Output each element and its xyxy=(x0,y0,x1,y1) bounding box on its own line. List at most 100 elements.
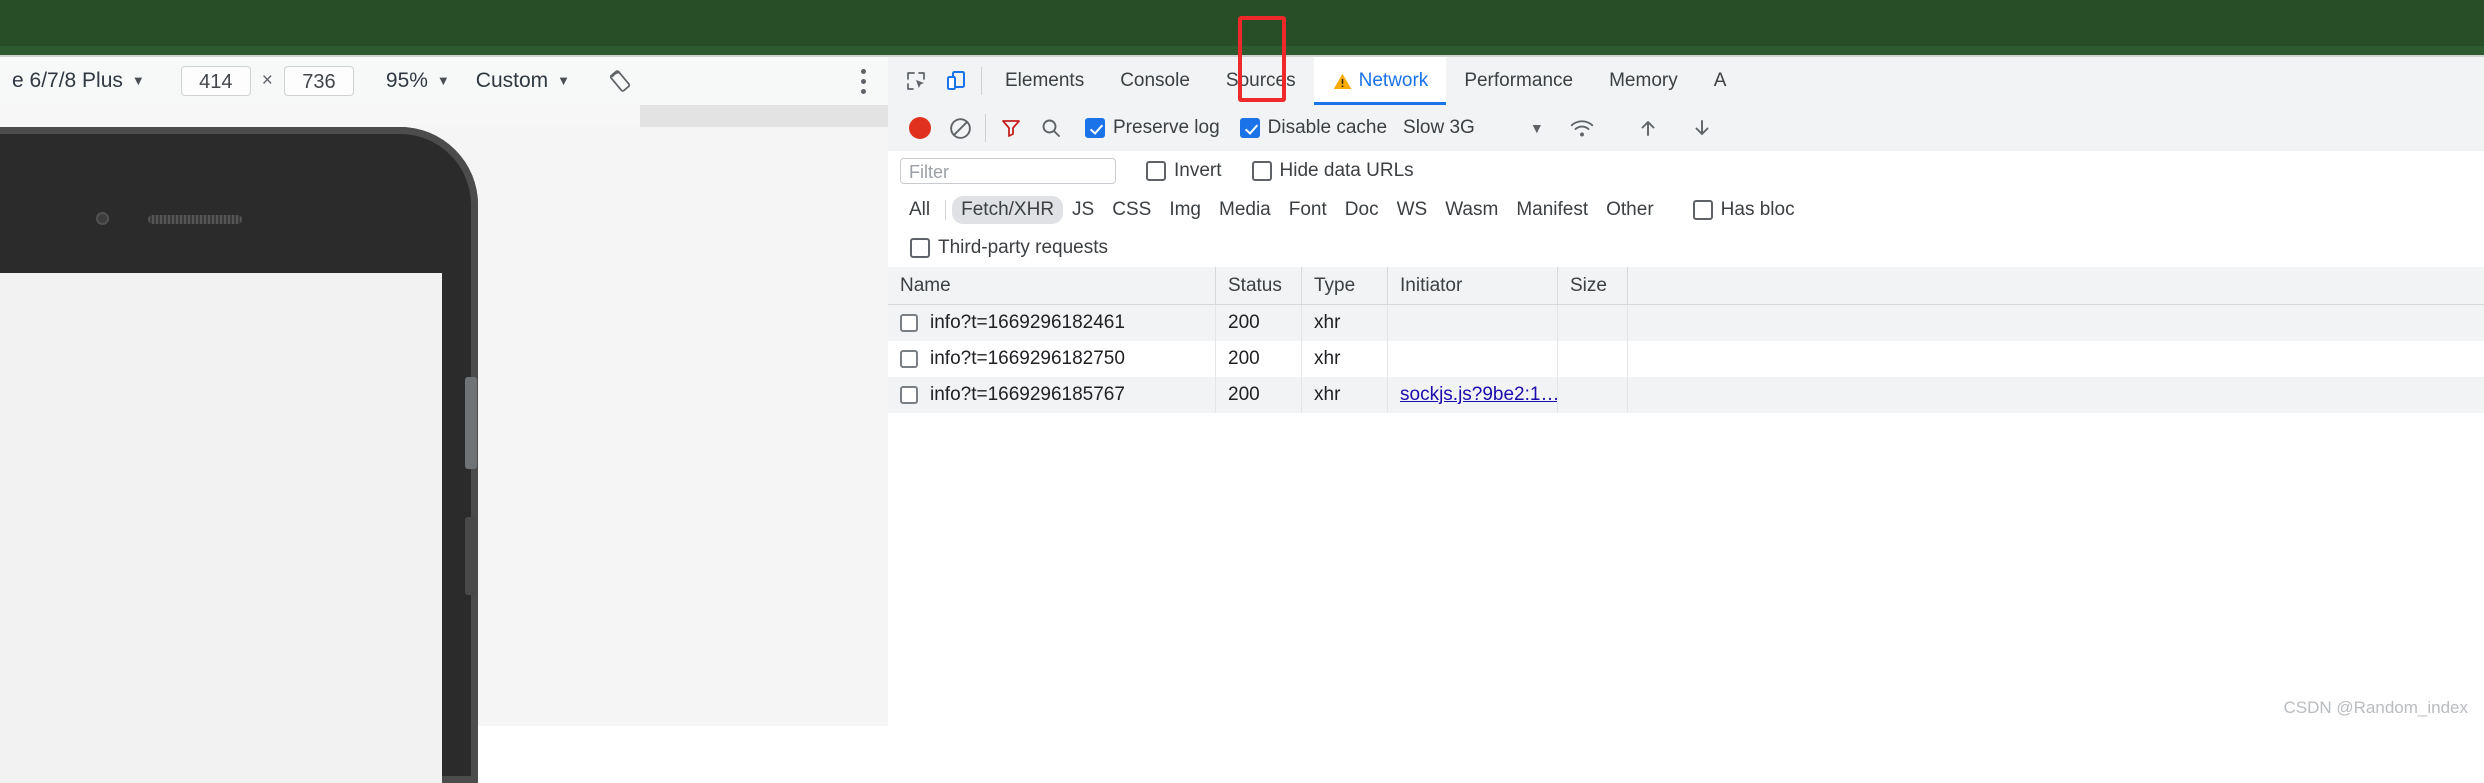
type-filter-ws[interactable]: WS xyxy=(1388,196,1437,224)
throttling-preset-select[interactable]: Slow 3G xyxy=(1403,117,1475,139)
column-header-name[interactable]: Name xyxy=(888,267,1216,304)
devtools-pane: Elements Console Sources Network Perform… xyxy=(888,57,2484,726)
device-selector[interactable]: e 6/7/8 Plus ▼ xyxy=(12,69,145,93)
cell-name[interactable]: info?t=1669296182461 xyxy=(888,305,1216,341)
cell-status: 200 xyxy=(1216,305,1302,341)
chevron-down-icon: ▼ xyxy=(557,73,571,88)
table-row[interactable]: info?t=1669296182461 200 xhr xyxy=(888,305,2484,341)
preserve-log-checkbox[interactable] xyxy=(1085,118,1105,138)
phone-side-button xyxy=(465,517,477,595)
export-har-button[interactable] xyxy=(1682,108,1722,148)
tab-performance[interactable]: Performance xyxy=(1446,57,1591,105)
rotate-device-button[interactable] xyxy=(600,61,640,101)
filter-toggle-button[interactable] xyxy=(991,108,1031,148)
network-requests-table: Name Status Type Initiator Size info?t=1… xyxy=(888,267,2484,726)
type-filter-doc[interactable]: Doc xyxy=(1336,196,1388,224)
hide-data-urls-control[interactable]: Hide data URLs xyxy=(1244,160,1414,182)
column-header-size[interactable]: Size xyxy=(1558,267,1628,304)
table-header-row: Name Status Type Initiator Size xyxy=(888,267,2484,305)
toolbar-divider xyxy=(981,67,982,95)
third-party-checkbox[interactable] xyxy=(910,238,930,258)
cell-initiator: sockjs.js?9be2:1… xyxy=(1388,377,1558,413)
initiator-link[interactable]: sockjs.js?9be2:1… xyxy=(1400,384,1557,406)
cell-type: xhr xyxy=(1302,377,1388,413)
clear-network-log-button[interactable] xyxy=(940,108,980,148)
search-button[interactable] xyxy=(1031,108,1071,148)
network-filter-row: Filter Invert Hide data URLs xyxy=(888,151,2484,191)
column-header-status[interactable]: Status xyxy=(1216,267,1302,304)
table-row[interactable]: info?t=1669296182750 200 xhr xyxy=(888,341,2484,377)
toggle-device-toolbar-button[interactable] xyxy=(936,61,976,101)
invert-checkbox[interactable] xyxy=(1146,161,1166,181)
device-width-input[interactable]: 414 xyxy=(180,66,251,96)
throttling-selector[interactable]: Custom ▼ xyxy=(476,69,570,93)
cell-size xyxy=(1558,377,1628,413)
type-filter-css[interactable]: CSS xyxy=(1103,196,1160,224)
type-filter-manifest[interactable]: Manifest xyxy=(1507,196,1597,224)
cell-type: xhr xyxy=(1302,305,1388,341)
has-blocked-label: Has bloc xyxy=(1720,199,1795,220)
record-button xyxy=(909,117,931,139)
throttling-label: Custom xyxy=(475,69,549,92)
tab-network[interactable]: Network xyxy=(1313,57,1447,105)
column-header-initiator[interactable]: Initiator xyxy=(1388,267,1558,304)
annotation-highlight-box xyxy=(1238,16,1286,102)
row-checkbox[interactable] xyxy=(900,314,918,332)
network-toolbar: Preserve log Disable cache Slow 3G ▼ xyxy=(888,105,2484,152)
device-height-input[interactable]: 736 xyxy=(283,66,354,96)
third-party-requests-control[interactable]: Third-party requests xyxy=(902,237,1108,259)
cell-name[interactable]: info?t=1669296182750 xyxy=(888,341,1216,377)
hide-data-urls-checkbox[interactable] xyxy=(1251,161,1272,181)
kebab-dot xyxy=(861,88,866,94)
tab-application[interactable]: A xyxy=(1696,57,1745,105)
type-filter-media[interactable]: Media xyxy=(1210,196,1280,224)
table-row[interactable]: info?t=1669296185767 200 xhr sockjs.js?9… xyxy=(888,377,2484,413)
inspect-element-button[interactable] xyxy=(896,61,936,101)
cell-initiator xyxy=(1388,341,1558,377)
preserve-log-label: Preserve log xyxy=(1113,117,1220,138)
cell-size xyxy=(1558,305,1628,341)
row-checkbox[interactable] xyxy=(900,350,918,368)
has-blocked-checkbox[interactable] xyxy=(1692,200,1713,220)
phone-viewport xyxy=(0,273,442,783)
type-filter-js[interactable]: JS xyxy=(1063,196,1103,224)
network-conditions-button[interactable] xyxy=(1562,108,1602,148)
network-conditions-icon xyxy=(1570,120,1593,137)
import-har-button[interactable] xyxy=(1628,108,1668,148)
device-more-options-button[interactable] xyxy=(861,68,866,94)
has-blocked-cookies-control[interactable]: Has bloc xyxy=(1685,199,1795,221)
type-filter-all[interactable]: All xyxy=(900,196,939,224)
type-filter-other[interactable]: Other xyxy=(1597,196,1663,224)
filter-funnel-icon xyxy=(1002,120,1020,137)
type-filter-img[interactable]: Img xyxy=(1160,196,1210,224)
filter-input[interactable]: Filter xyxy=(900,158,1116,184)
resource-type-filters: All Fetch/XHR JS CSS Img Media Font Doc … xyxy=(888,191,2484,229)
export-har-icon xyxy=(1695,120,1709,135)
tab-label: A xyxy=(1713,70,1727,91)
column-header-type[interactable]: Type xyxy=(1302,267,1388,304)
zoom-selector[interactable]: 95% ▼ xyxy=(386,69,450,93)
request-name: info?t=1669296182461 xyxy=(930,312,1125,333)
type-filter-font[interactable]: Font xyxy=(1280,196,1336,224)
import-har-icon xyxy=(1641,121,1655,136)
request-name: info?t=1669296185767 xyxy=(930,384,1125,405)
tab-label: Console xyxy=(1120,70,1190,91)
tab-elements[interactable]: Elements xyxy=(987,57,1102,105)
disable-cache-checkbox[interactable] xyxy=(1239,118,1260,138)
watermark: CSDN @Random_index xyxy=(2283,698,2468,717)
record-network-log-button[interactable] xyxy=(900,108,940,148)
type-filter-wasm[interactable]: Wasm xyxy=(1436,196,1507,224)
dimension-separator: × xyxy=(261,70,273,91)
row-checkbox[interactable] xyxy=(900,386,918,404)
tab-console[interactable]: Console xyxy=(1102,57,1208,105)
type-filter-fetch-xhr[interactable]: Fetch/XHR xyxy=(952,196,1064,224)
type-filter-divider xyxy=(945,200,947,220)
tab-memory[interactable]: Memory xyxy=(1591,57,1696,105)
screenshot-root: e 6/7/8 Plus ▼ 414 × 736 95% ▼ Custom ▼ xyxy=(0,0,2484,783)
device-ruler xyxy=(0,105,889,127)
third-party-label: Third-party requests xyxy=(938,237,1109,258)
chevron-down-icon[interactable]: ▼ xyxy=(1530,120,1544,136)
invert-filter-control[interactable]: Invert xyxy=(1138,160,1222,182)
search-icon xyxy=(1042,119,1060,137)
cell-name[interactable]: info?t=1669296185767 xyxy=(888,377,1216,413)
